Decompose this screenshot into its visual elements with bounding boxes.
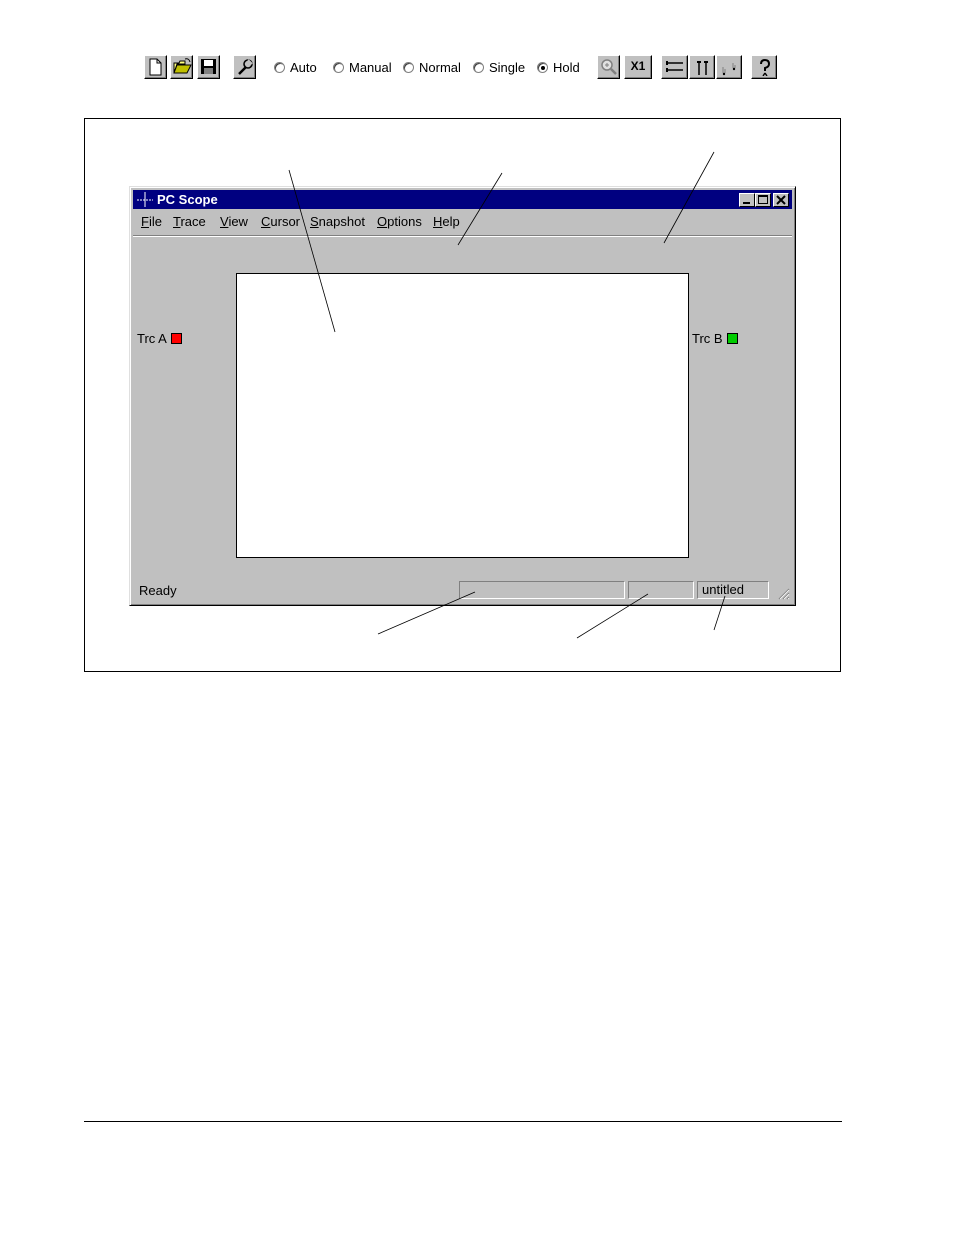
horizontal-cursor-button[interactable]: [661, 55, 688, 79]
trigger-hold-radio[interactable]: Hold: [537, 60, 580, 75]
trigger-normal-radio[interactable]: Normal: [403, 60, 461, 75]
wrench-icon: [238, 59, 253, 75]
menu-view[interactable]: View: [220, 214, 248, 229]
trigger-manual-radio[interactable]: Manual: [333, 60, 392, 75]
close-icon: [776, 195, 786, 205]
minimize-icon: [743, 202, 750, 204]
minimize-button[interactable]: [739, 193, 755, 207]
trace-a-indicator[interactable]: Trc A: [137, 331, 182, 346]
menu-options[interactable]: Options: [377, 214, 422, 229]
open-button[interactable]: [170, 55, 193, 79]
trace-b-indicator[interactable]: Trc B: [692, 331, 738, 346]
trigger-single-radio[interactable]: Single: [473, 60, 525, 75]
menu-trace[interactable]: Trace: [173, 214, 206, 229]
help-icon: [760, 58, 771, 76]
settings-button[interactable]: [233, 55, 256, 79]
scope-display-area[interactable]: [236, 273, 689, 558]
help-button[interactable]: [751, 55, 777, 79]
save-disk-icon: [201, 59, 216, 74]
page-footer-rule: [84, 1121, 842, 1122]
status-pane-1: [459, 581, 625, 599]
title-bar[interactable]: PC Scope: [133, 190, 792, 209]
horizontal-cursor-icon: [666, 61, 683, 72]
radio-indicator: [473, 62, 484, 73]
radio-indicator: [274, 62, 285, 73]
maximize-button[interactable]: [755, 193, 771, 207]
vertical-cursor-button[interactable]: [689, 55, 715, 79]
trigger-auto-radio[interactable]: Auto: [274, 60, 317, 75]
menu-cursor[interactable]: Cursor: [261, 214, 300, 229]
menu-help[interactable]: Help: [433, 214, 460, 229]
trace-cursor-icon: [722, 63, 736, 76]
scope-app-icon: [137, 192, 153, 207]
menu-bar: File Trace View Cursor Snapshot Options …: [133, 211, 792, 231]
save-button[interactable]: [197, 55, 220, 79]
menu-snapshot[interactable]: Snapshot: [310, 214, 365, 229]
close-button[interactable]: [773, 193, 789, 207]
zoom-button[interactable]: [597, 55, 620, 79]
trace-cursor-button[interactable]: [716, 55, 742, 79]
vertical-cursor-icon: [697, 61, 708, 75]
resize-grip-icon[interactable]: [776, 586, 790, 600]
trace-a-color-swatch: [170, 333, 182, 344]
open-folder-icon: [173, 58, 192, 74]
status-pane-2: [628, 581, 694, 599]
new-file-icon: [149, 58, 162, 76]
x1-button[interactable]: X1: [624, 55, 652, 79]
radio-indicator: [403, 62, 414, 73]
zoom-icon: [601, 59, 617, 75]
trace-b-color-swatch: [726, 333, 738, 344]
new-button[interactable]: [144, 55, 167, 79]
radio-indicator: [333, 62, 344, 73]
maximize-icon: [758, 195, 768, 204]
radio-indicator-checked: [537, 62, 548, 73]
window-title: PC Scope: [157, 192, 218, 207]
status-file-name: untitled: [697, 581, 769, 599]
status-message: Ready: [139, 583, 177, 598]
menu-file[interactable]: File: [141, 214, 162, 229]
toolbar-separator: [133, 235, 792, 237]
